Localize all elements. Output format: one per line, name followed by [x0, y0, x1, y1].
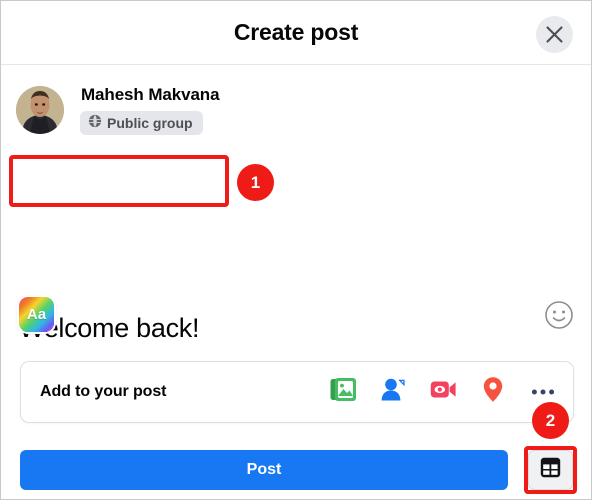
close-button[interactable] — [536, 16, 573, 53]
grid-table-icon — [540, 457, 561, 483]
live-video-button[interactable] — [425, 374, 461, 410]
check-in-button[interactable] — [475, 374, 511, 410]
live-video-icon — [430, 378, 457, 406]
add-to-post-icons — [325, 362, 561, 422]
composer-textarea[interactable]: Welcome back! — [1, 151, 591, 343]
more-options-button[interactable] — [525, 374, 561, 410]
user-photo-avatar — [16, 86, 64, 134]
page-title: Create post — [233, 19, 359, 45]
audience-label: Public group — [107, 115, 193, 131]
emoji-button[interactable] — [544, 300, 574, 330]
audience-selector[interactable]: Public group — [80, 111, 203, 135]
grid-button[interactable] — [528, 450, 573, 490]
photo-video-button[interactable] — [325, 374, 361, 410]
add-to-post-bar: Add to your post — [20, 361, 574, 423]
dialog-header: Create post — [1, 1, 591, 65]
globe-icon — [88, 114, 102, 133]
post-button[interactable]: Post — [20, 450, 508, 490]
tag-people-button[interactable] — [375, 374, 411, 410]
text-format-icon: Aa — [26, 306, 47, 323]
avatar[interactable] — [16, 86, 64, 134]
author-name: Mahesh Makvana — [81, 85, 220, 104]
photo-video-icon — [330, 377, 357, 407]
author-row: Mahesh Makvana Public group — [16, 85, 416, 145]
ellipsis-icon — [531, 383, 555, 401]
location-pin-icon — [482, 376, 504, 408]
add-to-post-label: Add to your post — [40, 383, 167, 400]
smiley-face-icon — [544, 301, 574, 334]
create-post-dialog: Create post Mahesh Makvana Public group … — [0, 0, 592, 500]
tag-people-icon — [380, 377, 407, 407]
post-button-label: Post — [246, 461, 282, 478]
text-format-button[interactable]: Aa — [19, 297, 54, 332]
